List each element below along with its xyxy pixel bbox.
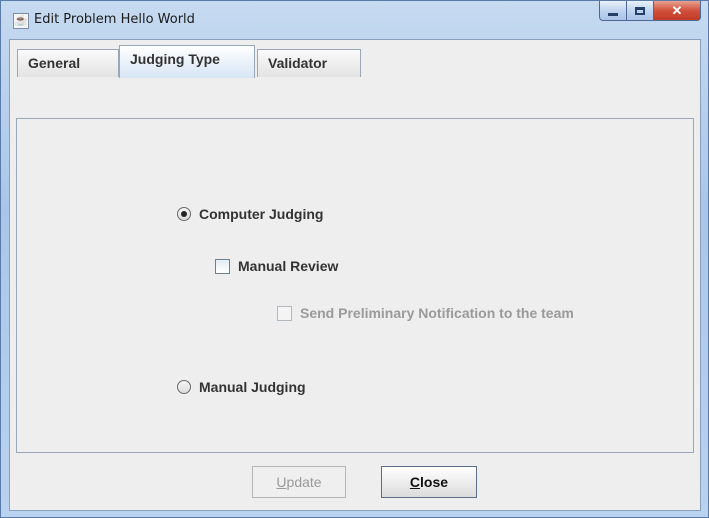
close-icon: ✕ — [671, 2, 683, 18]
close-button[interactable]: Close — [381, 466, 477, 498]
minimize-icon — [608, 13, 618, 16]
send-preliminary-checkbox — [277, 305, 292, 321]
title-bar[interactable]: ☕ Edit Problem Hello World ✕ — [1, 1, 709, 39]
manual-review-checkbox[interactable] — [215, 258, 230, 274]
send-preliminary-option: Send Preliminary Notification to the tea… — [277, 305, 574, 321]
maximize-icon — [635, 6, 645, 15]
window-controls: ✕ — [599, 1, 701, 22]
update-mnemonic: U — [276, 474, 287, 490]
maximize-button[interactable] — [627, 1, 654, 21]
dialog-window: ☕ Edit Problem Hello World ✕ General Jud… — [0, 0, 709, 518]
manual-judging-option[interactable]: Manual Judging — [177, 379, 306, 395]
judging-type-panel — [16, 118, 694, 453]
manual-review-label: Manual Review — [238, 258, 339, 274]
tab-general-label: General — [28, 55, 81, 71]
manual-judging-label: Manual Judging — [199, 379, 306, 395]
manual-review-option[interactable]: Manual Review — [215, 258, 338, 274]
tab-judging-type-label: Judging Type — [130, 51, 220, 67]
tab-validator[interactable]: Validator — [257, 49, 361, 77]
computer-judging-option[interactable]: Computer Judging — [177, 206, 323, 222]
close-mnemonic: C — [409, 474, 421, 490]
close-window-button[interactable]: ✕ — [654, 1, 701, 21]
computer-judging-label: Computer Judging — [199, 206, 324, 222]
tab-judging-type[interactable]: Judging Type — [119, 45, 255, 78]
minimize-button[interactable] — [599, 1, 627, 21]
close-label-rest: lose — [420, 474, 449, 490]
manual-judging-radio[interactable] — [177, 380, 191, 394]
window-title: Edit Problem Hello World — [34, 12, 195, 27]
update-button: Update — [252, 466, 346, 498]
update-label-rest: pdate — [286, 474, 322, 490]
java-app-icon: ☕ — [13, 13, 29, 29]
tab-validator-label: Validator — [268, 55, 328, 71]
computer-judging-radio[interactable] — [177, 207, 191, 221]
radio-selected-dot — [181, 211, 187, 217]
tab-general[interactable]: General — [17, 49, 119, 77]
send-preliminary-label: Send Preliminary Notification to the tea… — [300, 305, 574, 321]
button-bar: Update Close — [16, 461, 694, 503]
